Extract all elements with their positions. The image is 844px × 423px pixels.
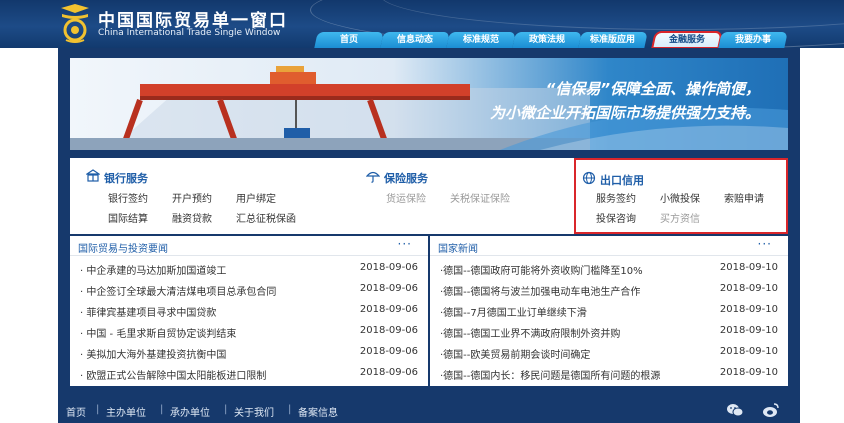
umbrella-icon xyxy=(366,171,380,183)
globe-icon xyxy=(582,171,596,185)
footer-link-home[interactable]: 首页 xyxy=(66,404,86,419)
news-item[interactable]: ·德国--德国工业界不满政府限制外资并购 2018-09-10 xyxy=(430,321,788,341)
news-header: 国际贸易与投资要闻 ··· xyxy=(70,236,428,256)
news-item[interactable]: · 美拟加大海外基建投资抗衡中国 2018-09-06 xyxy=(70,342,428,362)
link-tariff-guarantee-insurance[interactable]: 关税保证保险 xyxy=(450,190,510,205)
link-micro-insurance[interactable]: 小微投保 xyxy=(660,190,700,205)
main-content: “信保易”保障全面、操作简便， 为小微企业开拓国际市场提供强力支持。 银行服务 … xyxy=(58,48,800,398)
tab-services[interactable]: 我要办事 xyxy=(718,32,788,48)
footer-link-about[interactable]: 关于我们 xyxy=(234,404,274,419)
wechat-icon[interactable] xyxy=(726,402,744,418)
footer-link-filing-info[interactable]: 备案信息 xyxy=(298,404,338,419)
national-news: 国家新闻 ··· ·德国--德国政府可能将外资收购门槛降至10% 2018-09-… xyxy=(430,236,788,386)
news-headline[interactable]: ·德国--德国工业界不满政府限制外资并购 xyxy=(440,325,720,340)
news-title: 国际贸易与投资要闻 xyxy=(78,244,168,255)
news-headline[interactable]: · 美拟加大海外基建投资抗衡中国 xyxy=(80,346,350,361)
insurance-services: 保险服务 货运保险 关税保证保险 xyxy=(360,158,560,234)
bank-services-title: 银行服务 xyxy=(104,172,148,185)
link-international-settlement[interactable]: 国际结算 xyxy=(108,210,148,225)
news-date: 2018-09-06 xyxy=(359,304,418,315)
news-date: 2018-09-10 xyxy=(719,262,778,273)
news-headline[interactable]: · 欧盟正式公告解除中国太阳能板进口限制 xyxy=(80,367,350,382)
news-item[interactable]: ·德国--欧美贸易前期会谈时间确定 2018-09-10 xyxy=(430,342,788,362)
news-header: 国家新闻 ··· xyxy=(430,236,788,256)
news-date: 2018-09-06 xyxy=(359,262,418,273)
more-button[interactable]: ··· xyxy=(398,237,412,251)
link-account-appointment[interactable]: 开户预约 xyxy=(172,190,212,205)
bank-icon xyxy=(86,169,100,182)
news-headline[interactable]: ·德国--7月德国工业订单继续下滑 xyxy=(440,304,720,319)
trade-investment-news: 国际贸易与投资要闻 ··· · 中企承建的马达加斯加国道竣工 2018-09-06… xyxy=(70,236,428,386)
news-item[interactable]: · 欧盟正式公告解除中国太阳能板进口限制 2018-09-06 xyxy=(70,363,428,383)
link-user-binding[interactable]: 用户绑定 xyxy=(236,190,276,205)
news-headline[interactable]: · 中国 - 毛里求斯自贸协定谈判结束 xyxy=(80,325,350,340)
news-date: 2018-09-06 xyxy=(359,283,418,294)
services-panel: 银行服务 银行签约 开户预约 用户绑定 国际结算 融资贷款 汇总征税保函 保险服… xyxy=(70,158,788,234)
banner-subheadline: 为小微企业开拓国际市场提供强力支持。 xyxy=(489,104,760,122)
export-credit-title: 出口信用 xyxy=(600,174,644,187)
news-headline[interactable]: ·德国--欧美贸易前期会谈时间确定 xyxy=(440,346,720,361)
news-headline[interactable]: ·德国--德国内长：移民问题是德国所有问题的根源 xyxy=(440,367,720,382)
link-cargo-insurance[interactable]: 货运保险 xyxy=(386,190,426,205)
news-headline[interactable]: · 中企签订全球最大清洁煤电项目总承包合同 xyxy=(80,283,350,298)
news-headline[interactable]: · 中企承建的马达加斯加国道竣工 xyxy=(80,262,350,277)
tab-news[interactable]: 信息动态 xyxy=(380,32,450,48)
export-credit-services: 出口信用 服务签约 小微投保 索赔申请 投保咨询 买方资信 xyxy=(574,158,788,234)
news-date: 2018-09-10 xyxy=(719,346,778,357)
tab-financial-services[interactable]: 金融服务 xyxy=(651,31,723,48)
news-title: 国家新闻 xyxy=(438,244,478,255)
link-buyer-credit[interactable]: 买方资信 xyxy=(660,210,700,225)
news-date: 2018-09-06 xyxy=(359,346,418,357)
footer-separator: | xyxy=(224,404,228,415)
news-item[interactable]: · 中国 - 毛里求斯自贸协定谈判结束 2018-09-06 xyxy=(70,321,428,341)
weibo-icon[interactable] xyxy=(762,402,780,418)
promo-banner[interactable]: “信保易”保障全面、操作简便， 为小微企业开拓国际市场提供强力支持。 xyxy=(70,58,788,150)
news-item[interactable]: · 中企承建的马达加斯加国道竣工 2018-09-06 xyxy=(70,258,428,278)
site-logo-icon[interactable] xyxy=(58,4,92,44)
footer-link-organizer[interactable]: 主办单位 xyxy=(106,404,146,419)
link-tax-guarantee[interactable]: 汇总征税保函 xyxy=(236,210,296,225)
banner-headline: “信保易”保障全面、操作简便， xyxy=(545,80,760,98)
tab-standard-apps[interactable]: 标准版应用 xyxy=(578,32,648,48)
bank-services: 银行服务 银行签约 开户预约 用户绑定 国际结算 融资贷款 汇总征税保函 xyxy=(80,158,350,234)
news-date: 2018-09-10 xyxy=(719,367,778,378)
link-service-signing[interactable]: 服务签约 xyxy=(596,190,636,205)
more-button[interactable]: ··· xyxy=(758,237,772,251)
tab-home[interactable]: 首页 xyxy=(314,32,384,48)
news-date: 2018-09-10 xyxy=(719,283,778,294)
insurance-services-title: 保险服务 xyxy=(384,172,428,185)
tab-standards[interactable]: 标准规范 xyxy=(446,32,516,48)
site-footer: 首页 | 主办单位 | 承办单位 | 关于我们 | 备案信息 xyxy=(58,398,800,423)
footer-link-host[interactable]: 承办单位 xyxy=(170,404,210,419)
site-header: 中国国际贸易单一窗口 China International Trade Sin… xyxy=(0,0,844,48)
news-item[interactable]: ·德国--7月德国工业订单继续下滑 2018-09-10 xyxy=(430,300,788,320)
link-insurance-consulting[interactable]: 投保咨询 xyxy=(596,210,636,225)
link-financing-loans[interactable]: 融资贷款 xyxy=(172,210,212,225)
footer-separator: | xyxy=(288,404,292,415)
tab-policies[interactable]: 政策法规 xyxy=(512,32,582,48)
link-claim-application[interactable]: 索赔申请 xyxy=(724,190,764,205)
footer-separator: | xyxy=(96,404,100,415)
news-item[interactable]: ·德国--德国将与波兰加强电动车电池生产合作 2018-09-10 xyxy=(430,279,788,299)
site-subtitle: China International Trade Single Window xyxy=(98,28,281,38)
news-date: 2018-09-10 xyxy=(719,304,778,315)
news-headline[interactable]: ·德国--德国将与波兰加强电动车电池生产合作 xyxy=(440,283,720,298)
news-item[interactable]: · 中企签订全球最大清洁煤电项目总承包合同 2018-09-06 xyxy=(70,279,428,299)
news-item[interactable]: · 菲律宾基建项目寻求中国贷款 2018-09-06 xyxy=(70,300,428,320)
news-date: 2018-09-06 xyxy=(359,367,418,378)
news-headline[interactable]: ·德国--德国政府可能将外资收购门槛降至10% xyxy=(440,262,720,277)
link-bank-signing[interactable]: 银行签约 xyxy=(108,190,148,205)
news-item[interactable]: ·德国--德国内长：移民问题是德国所有问题的根源 2018-09-10 xyxy=(430,363,788,383)
footer-separator: | xyxy=(160,404,164,415)
news-date: 2018-09-10 xyxy=(719,325,778,336)
news-headline[interactable]: · 菲律宾基建项目寻求中国贷款 xyxy=(80,304,350,319)
news-date: 2018-09-06 xyxy=(359,325,418,336)
news-item[interactable]: ·德国--德国政府可能将外资收购门槛降至10% 2018-09-10 xyxy=(430,258,788,278)
